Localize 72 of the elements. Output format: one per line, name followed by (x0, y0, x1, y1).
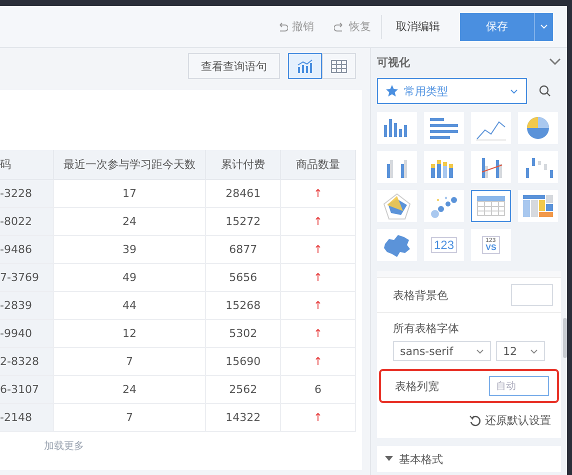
table-cell: 7 (53, 348, 206, 376)
font-family-select[interactable]: sans-serif (393, 341, 491, 361)
table-cell: 7 (53, 404, 206, 432)
table-cell: 7-3769 (0, 264, 54, 292)
chart-icon (297, 59, 313, 73)
vs-label: VS (486, 244, 496, 252)
chart-type-tile[interactable] (471, 190, 511, 222)
table-cell: -3228 (0, 180, 54, 208)
redo-icon (334, 21, 345, 32)
category-label: 常用类型 (404, 84, 449, 98)
column-header: 商品数量 (280, 150, 356, 180)
collapse-chevron-icon[interactable] (549, 58, 561, 66)
font-size-select[interactable]: 12 (496, 341, 545, 361)
table-cell: 12 (53, 320, 206, 348)
view-query-button[interactable]: 查看查询语句 (188, 53, 280, 79)
table-cell: 17 (53, 180, 206, 208)
trend-arrow-cell: ↑ (280, 236, 356, 264)
trend-arrow-cell: ↑ (280, 180, 356, 208)
caret-icon (530, 348, 538, 354)
trend-arrow-cell: ↑ (280, 208, 356, 236)
reset-defaults-button[interactable]: 还原默认设置 (459, 405, 561, 438)
section-header[interactable]: 基本格式 (377, 446, 561, 472)
chart-view-button[interactable] (288, 53, 322, 79)
caret-icon (510, 88, 518, 94)
table-cell: 6877 (206, 236, 281, 264)
table-cell: 15690 (206, 348, 281, 376)
table-cell: 24 (53, 208, 206, 236)
table-cell: 5302 (206, 320, 281, 348)
table-cell: -2839 (0, 292, 54, 320)
table-cell: 6-3107 (0, 376, 54, 404)
scrollbar-thumb[interactable] (563, 318, 567, 358)
table-cell: 15272 (206, 208, 281, 236)
table-cell: -8022 (0, 208, 54, 236)
undo-icon (277, 21, 288, 32)
table-cell: 14322 (206, 404, 281, 432)
table-cell: 6 (280, 376, 356, 404)
trend-arrow-cell: ↑ (280, 292, 356, 320)
save-dropdown-button[interactable] (534, 12, 553, 40)
column-header: 累计付费 (206, 150, 281, 180)
table-cell: 28461 (206, 180, 281, 208)
trend-arrow-cell: ↑ (280, 348, 356, 376)
star-icon (386, 85, 398, 97)
column-header: 码 (0, 150, 54, 180)
trend-arrow-cell: ↑ (280, 264, 356, 292)
reset-icon (469, 414, 481, 426)
table-icon (331, 60, 347, 72)
color-swatch[interactable] (511, 284, 553, 306)
table-cell: 24 (53, 376, 206, 404)
table-cell: -9940 (0, 320, 54, 348)
caret-icon (476, 348, 484, 354)
table-cell: 2562 (206, 376, 281, 404)
column-header: 最近一次参与学习距今天数 (53, 150, 206, 180)
table-cell: 15268 (206, 292, 281, 320)
column-width-input[interactable]: 自动 (489, 376, 549, 396)
table-cell: -2148 (0, 404, 54, 432)
trend-arrow-cell: ↑ (280, 320, 356, 348)
setting-label: 所有表格字体 (393, 321, 460, 336)
number-label: 123 (430, 237, 458, 253)
table-cell: 2-8328 (0, 348, 54, 376)
table-cell: 5656 (206, 264, 281, 292)
caret-icon (540, 24, 548, 29)
table-cell: 39 (53, 236, 206, 264)
table-cell: -9486 (0, 236, 54, 264)
table-view-button[interactable] (322, 53, 356, 79)
section-title: 基本格式 (399, 452, 443, 466)
setting-label: 表格背景色 (393, 288, 448, 302)
table-cell: 49 (53, 264, 206, 292)
search-icon[interactable] (539, 85, 551, 97)
table-cell: 44 (53, 292, 206, 320)
trend-arrow-cell: ↑ (280, 404, 356, 432)
panel-title: 可视化 (377, 54, 410, 70)
setting-label: 表格列宽 (395, 378, 439, 394)
